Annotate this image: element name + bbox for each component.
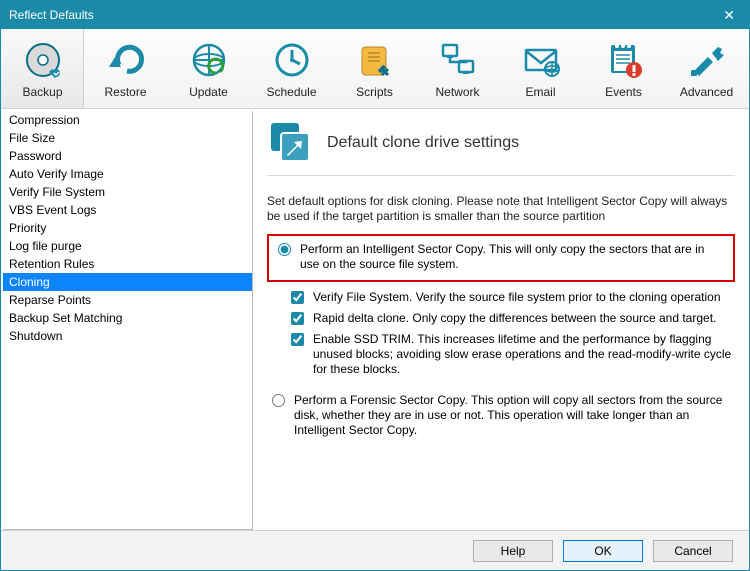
toolbar-advanced[interactable]: Advanced [665,29,748,108]
titlebar: Reflect Defaults ✕ [1,1,749,29]
sidebar-item-backup-set-matching[interactable]: Backup Set Matching [3,309,252,327]
check-verify-fs[interactable]: Verify File System. Verify the source fi… [287,288,735,309]
radio-intelligent-copy[interactable]: Perform an Intelligent Sector Copy. This… [273,240,727,274]
sidebar-item-file-size[interactable]: File Size [3,129,252,147]
check-rapid-delta-label: Rapid delta clone. Only copy the differe… [313,311,716,326]
toolbar-email[interactable]: Email [499,29,582,108]
check-rapid-delta[interactable]: Rapid delta clone. Only copy the differe… [287,309,735,330]
page-description: Set default options for disk cloning. Pl… [267,194,735,224]
toolbar-network[interactable]: Network [416,29,499,108]
window-title: Reflect Defaults [9,8,94,22]
scripts-icon [354,39,396,81]
radio-forensic-label: Perform a Forensic Sector Copy. This opt… [294,393,735,438]
toolbar-label: Network [435,85,479,99]
toolbar-scripts[interactable]: Scripts [333,29,416,108]
toolbar-label: Advanced [680,85,733,99]
sidebar: Compression File Size Password Auto Veri… [3,111,253,530]
radio-forensic-input[interactable] [272,394,285,407]
sidebar-item-verify-file-system[interactable]: Verify File System [3,183,252,201]
sidebar-item-log-file-purge[interactable]: Log file purge [3,237,252,255]
toolbar-events[interactable]: Events [582,29,665,108]
check-ssd-trim-input[interactable] [291,333,304,346]
check-verify-fs-label: Verify File System. Verify the source fi… [313,290,721,305]
toolbar-label: Events [605,85,642,99]
sidebar-item-vbs-event-logs[interactable]: VBS Event Logs [3,201,252,219]
sidebar-item-compression[interactable]: Compression [3,111,252,129]
toolbar-label: Update [189,85,228,99]
close-icon[interactable]: ✕ [717,7,741,24]
toolbar-schedule[interactable]: Schedule [250,29,333,108]
sidebar-item-cloning[interactable]: Cloning [3,273,252,291]
radio-intelligent-input[interactable] [278,243,291,256]
toolbar-label: Schedule [266,85,316,99]
sidebar-item-priority[interactable]: Priority [3,219,252,237]
check-ssd-trim[interactable]: Enable SSD TRIM. This increases lifetime… [287,330,735,379]
toolbar-label: Scripts [356,85,393,99]
restore-icon [105,39,147,81]
toolbar: Backup Restore Update [1,29,749,109]
schedule-icon [271,39,313,81]
sidebar-item-auto-verify-image[interactable]: Auto Verify Image [3,165,252,183]
option-intelligent-highlight: Perform an Intelligent Sector Copy. This… [267,234,735,282]
toolbar-update[interactable]: Update [167,29,250,108]
advanced-icon [686,39,728,81]
sidebar-item-reparse-points[interactable]: Reparse Points [3,291,252,309]
toolbar-backup[interactable]: Backup [1,29,84,108]
clone-icon [267,119,315,167]
ok-button[interactable]: OK [563,540,643,562]
toolbar-restore[interactable]: Restore [84,29,167,108]
events-icon [603,39,645,81]
help-button[interactable]: Help [473,540,553,562]
check-verify-fs-input[interactable] [291,291,304,304]
toolbar-label: Restore [104,85,146,99]
cancel-button[interactable]: Cancel [653,540,733,562]
sidebar-item-password[interactable]: Password [3,147,252,165]
footer: Help OK Cancel [1,530,749,570]
toolbar-label: Backup [22,85,62,99]
check-ssd-trim-label: Enable SSD TRIM. This increases lifetime… [313,332,735,377]
sidebar-item-retention-rules[interactable]: Retention Rules [3,255,252,273]
toolbar-label: Email [525,85,555,99]
email-icon [520,39,562,81]
check-rapid-delta-input[interactable] [291,312,304,325]
sidebar-item-shutdown[interactable]: Shutdown [3,327,252,345]
update-icon [188,39,230,81]
radio-intelligent-label: Perform an Intelligent Sector Copy. This… [300,242,727,272]
content-pane: Default clone drive settings Set default… [257,109,749,530]
backup-icon [22,39,64,81]
page-title: Default clone drive settings [327,134,519,152]
radio-forensic-copy[interactable]: Perform a Forensic Sector Copy. This opt… [267,391,735,440]
network-icon [437,39,479,81]
divider [267,175,735,176]
